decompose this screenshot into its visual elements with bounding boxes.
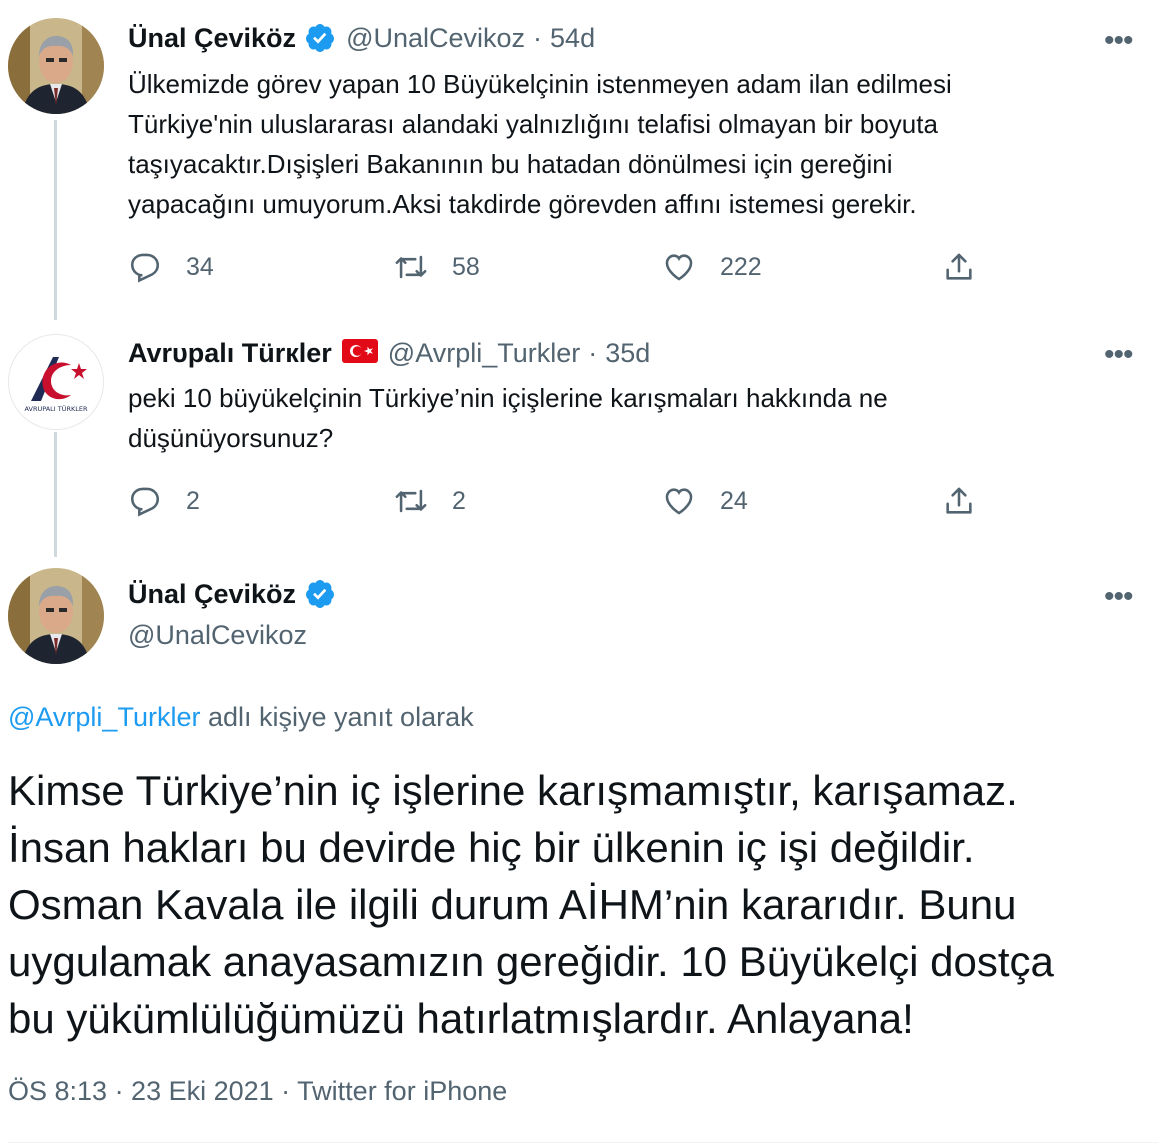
timestamp[interactable]: 54d [550,23,595,54]
display-name[interactable]: Ünal Çeviköz [128,579,296,610]
retweet-count: 2 [452,486,466,515]
tweet-text: peki 10 büyükelçinin Türkiye’nin içişler… [128,383,888,453]
display-name[interactable]: Ünal Çeviköz [128,23,296,54]
turkish-flag-icon [341,339,378,368]
tweet[interactable]: AVRUPALI TÜRKLER Avrυpalı Türкler @Avrpl… [0,320,1168,550]
timestamp[interactable]: 35d [605,338,650,369]
retweet-icon [395,255,427,279]
display-name[interactable]: Avrυpalı Türкler [128,338,332,369]
avatar[interactable] [8,568,104,664]
reply-count: 2 [186,486,200,515]
verified-badge-icon [296,578,336,610]
share-button[interactable] [942,484,1000,518]
like-button[interactable]: 222 [662,250,762,284]
focused-tweet[interactable]: Ünal Çeviköz @UnalCevikoz ••• @Avrpli_Tu… [0,556,1168,1146]
reply-icon [130,487,160,517]
like-button[interactable]: 24 [662,484,748,518]
like-count: 24 [720,486,748,515]
tweet-text: Ülkemizde görev yapan 10 Büyükelçinin is… [128,69,952,219]
share-icon [946,253,972,280]
heart-icon [665,254,693,281]
avatar[interactable] [8,18,104,114]
reply-icon [130,253,160,283]
reply-context: @Avrpli_Turkler adlı kişiye yanıt olarak [8,702,474,733]
reply-button[interactable]: 34 [128,250,214,284]
handle[interactable]: @Avrpli_Turkler [388,338,580,369]
reply-count: 34 [186,252,214,281]
tweet-text: Kimse Türkiye’nin iç işlerine karışmamış… [8,767,1054,1042]
separator-dot: · [588,338,598,368]
verified-badge-icon [296,22,336,54]
share-button[interactable] [942,250,1000,284]
reply-button[interactable]: 2 [128,484,200,518]
handle[interactable]: @UnalCevikoz [346,23,525,54]
share-icon [946,487,972,514]
tweet[interactable]: Ünal Çeviköz @UnalCevikoz · 54d ••• Ülke… [0,0,1168,320]
tweet-timestamp[interactable]: ÖS 8:13 · 23 Eki 2021 · Twitter for iPho… [8,1076,507,1107]
retweet-count: 58 [452,252,480,281]
reply-context-label: adlı kişiye yanıt olarak [200,702,474,732]
more-options-icon[interactable]: ••• [1104,580,1133,614]
more-options-icon[interactable]: ••• [1104,338,1133,372]
retweet-button[interactable]: 58 [394,250,480,284]
separator-dot: · [533,22,543,53]
reply-to-link[interactable]: @Avrpli_Turkler [8,702,200,732]
avatar[interactable]: AVRUPALI TÜRKLER [8,334,104,430]
more-options-icon[interactable]: ••• [1104,24,1133,58]
handle[interactable]: @UnalCevikoz [128,620,307,651]
logo-text: AVRUPALI TÜRKLER [24,404,88,413]
retweet-button[interactable]: 2 [394,484,466,518]
heart-icon [665,488,693,515]
like-count: 222 [720,252,762,281]
divider [8,1142,1158,1143]
retweet-icon [395,489,427,513]
